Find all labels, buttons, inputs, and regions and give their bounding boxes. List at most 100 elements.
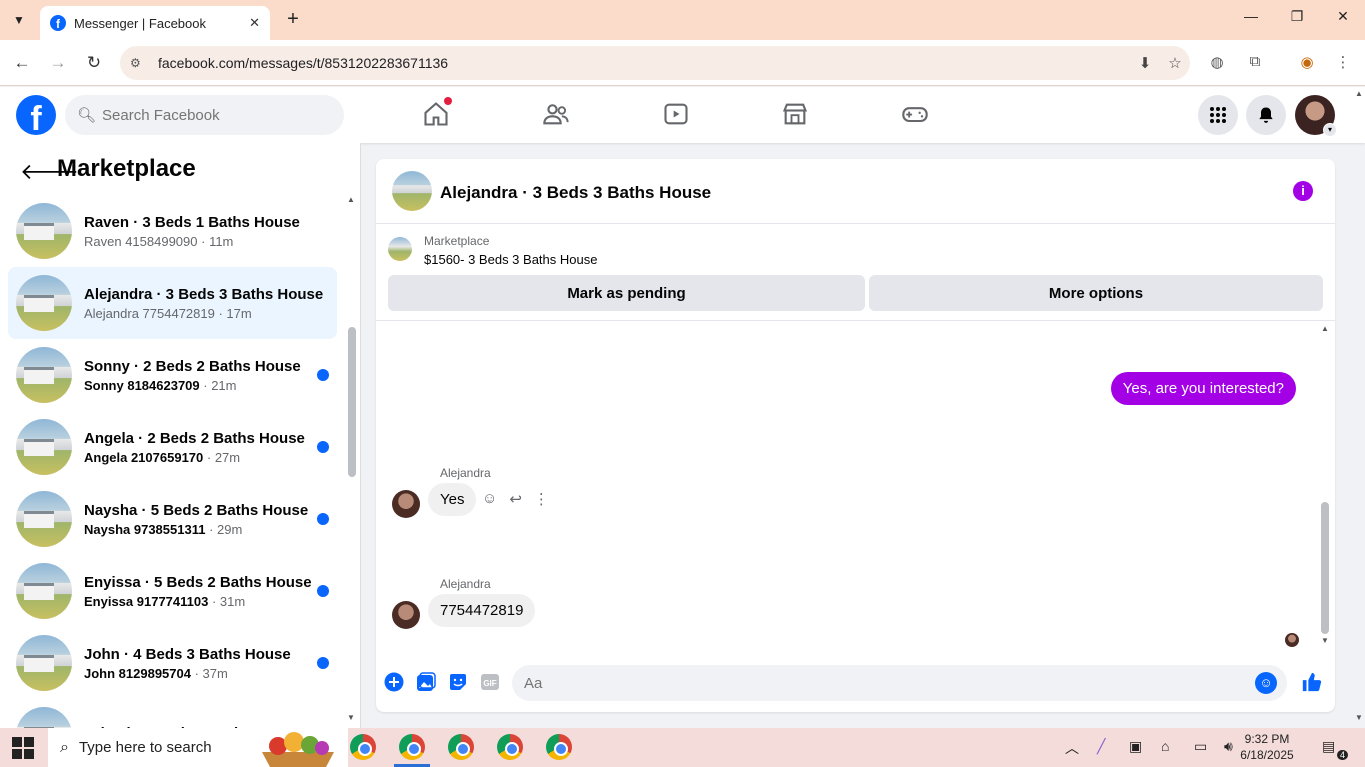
scroll-up-icon[interactable]: ▲	[1355, 89, 1363, 98]
forward-arrow-icon[interactable]: →	[46, 52, 70, 74]
listing-title[interactable]: $1560- 3 Beds 3 Baths House	[424, 252, 597, 267]
chrome-app-icon[interactable]	[546, 734, 572, 760]
bookmark-star-icon[interactable]: ☆	[1160, 54, 1190, 72]
conversation-item[interactable]: Raven · 3 Beds 1 Baths House Raven 415849…	[8, 195, 337, 267]
facebook-logo-icon[interactable]: f	[16, 95, 56, 135]
scroll-down-icon[interactable]: ▼	[1355, 713, 1363, 722]
separator: ·	[205, 521, 218, 537]
clock-date: 6/18/2025	[1240, 748, 1294, 762]
thumbs-up-icon[interactable]	[1301, 671, 1323, 693]
browser-menu-icon[interactable]: ⋮	[1332, 53, 1354, 71]
restore-icon[interactable]: ❐	[1274, 8, 1320, 25]
reload-icon[interactable]: ↻	[82, 52, 106, 74]
sender-name: Alejandra	[440, 577, 491, 591]
network-icon[interactable]: ⌂	[1161, 738, 1169, 754]
new-tab-button[interactable]: +	[282, 8, 304, 30]
emoji-icon[interactable]: ☺	[1255, 672, 1277, 694]
sender-avatar[interactable]	[392, 490, 420, 518]
browser-tab[interactable]: f Messenger | Facebook ✕	[40, 6, 270, 40]
chrome-app-icon[interactable]	[350, 734, 376, 760]
conversation-meta: Sonny · 2 Beds 2 Baths House Sonny 818462…	[84, 358, 317, 393]
conversation-time: 11m	[209, 233, 234, 249]
scrollbar-thumb[interactable]	[348, 327, 356, 477]
left-scrollbar[interactable]: ▲ ▼	[347, 195, 357, 725]
outgoing-message[interactable]: Yes, are you interested?	[1110, 372, 1296, 405]
more-vertical-icon[interactable]: ⋮	[534, 490, 549, 508]
sender-avatar[interactable]	[392, 601, 420, 629]
conversation-item[interactable]: Alejandra · 3 Beds 3 Baths House Alejandr…	[8, 267, 337, 339]
conversation-time: 29m	[217, 521, 243, 537]
listing-small-thumbnail[interactable]	[388, 237, 412, 261]
notifications-bell-icon[interactable]	[1246, 95, 1286, 135]
display-icon[interactable]: ▭	[1194, 738, 1207, 755]
chrome-app-icon[interactable]	[399, 734, 425, 760]
more-options-button[interactable]: More options	[869, 275, 1323, 311]
scroll-up-icon[interactable]: ▲	[347, 195, 355, 204]
video-icon[interactable]	[658, 99, 694, 129]
meet-now-icon[interactable]: ▣	[1129, 738, 1142, 755]
plus-circle-icon[interactable]	[383, 671, 405, 693]
conversation-meta: Angela · 2 Beds 2 Baths House Angela 2107…	[84, 430, 317, 465]
info-icon[interactable]: i	[1293, 181, 1313, 201]
pen-icon[interactable]: ╱	[1097, 738, 1105, 755]
chrome-app-icon[interactable]	[497, 734, 523, 760]
windows-taskbar: ⌕ Type here to search ︿ ╱ ▣ ⌂ ▭ 🔊︎ 9:32 …	[0, 728, 1365, 767]
minimize-icon[interactable]: —	[1228, 8, 1274, 24]
gaming-icon[interactable]	[897, 99, 933, 129]
search-input[interactable]	[102, 106, 323, 124]
gif-icon[interactable]: GIF	[479, 671, 501, 693]
conversation-item[interactable]: Sonny · 2 Beds 2 Baths House Sonny 818462…	[8, 339, 337, 411]
separator: ·	[208, 593, 220, 609]
windows-start-icon[interactable]	[12, 737, 34, 759]
chat-title[interactable]: Alejandra · 3 Beds 3 Baths House	[440, 183, 711, 203]
conversation-item[interactable]: Naysha · 5 Beds 2 Baths House Naysha 9738…	[8, 483, 337, 555]
facebook-search[interactable]: 🔍︎	[65, 95, 344, 135]
conversation-item[interactable]: Enyissa · 5 Beds 2 Baths House Enyissa 91…	[8, 555, 337, 627]
home-icon[interactable]	[418, 97, 454, 129]
mark-as-pending-button[interactable]: Mark as pending	[388, 275, 865, 311]
url-text[interactable]: facebook.com/messages/t/8531202283671136	[158, 55, 1130, 71]
scrollbar-thumb[interactable]	[1321, 502, 1329, 634]
separator: ·	[203, 449, 215, 465]
notification-center-icon[interactable]: ▤ 4	[1322, 738, 1348, 760]
globe-icon[interactable]: ◍	[1206, 53, 1228, 71]
taskbar-clock[interactable]: 9:32 PM 6/18/2025	[1232, 731, 1302, 763]
chrome-app-icon[interactable]	[448, 734, 474, 760]
conversation-contact: Sonny 8184623709	[84, 377, 200, 393]
page-scrollbar[interactable]: ▲ ▼	[1353, 87, 1365, 728]
photo-gallery-icon[interactable]	[415, 671, 437, 693]
close-tab-icon[interactable]: ✕	[249, 15, 260, 31]
react-emoji-icon[interactable]: ☺	[482, 490, 497, 508]
listing-thumbnail	[16, 563, 72, 619]
account-avatar[interactable]: ▾	[1295, 95, 1337, 137]
notification-count: 4	[1336, 750, 1348, 760]
install-app-icon[interactable]: ⬇	[1130, 54, 1160, 72]
omnibox[interactable]: ⚙ facebook.com/messages/t/85312022836711…	[120, 46, 1190, 80]
listing-thumbnail[interactable]	[392, 171, 432, 211]
conversation-item[interactable]: John · 4 Beds 3 Baths House John 81298957…	[8, 627, 337, 699]
profile-icon[interactable]: ◉	[1296, 53, 1318, 71]
tab-list-chevron-icon[interactable]: ▼	[6, 8, 32, 32]
scroll-down-icon[interactable]: ▼	[347, 713, 355, 722]
conversation-item[interactable]: Cristel · 2 Beds 2 Baths House	[8, 699, 337, 728]
close-window-icon[interactable]: ✕	[1320, 8, 1365, 25]
incoming-message[interactable]: Yes	[428, 483, 477, 516]
conversation-item[interactable]: Angela · 2 Beds 2 Baths House Angela 2107…	[8, 411, 337, 483]
scroll-down-icon[interactable]: ▼	[1321, 636, 1329, 645]
message-input-wrapper[interactable]: ☺	[512, 665, 1287, 701]
message-thread: Yes, are you interested? Alejandra Yes ☺…	[376, 322, 1321, 652]
scroll-up-icon[interactable]: ▲	[1321, 324, 1329, 333]
menu-grid-icon[interactable]	[1198, 95, 1238, 135]
chat-scrollbar[interactable]: ▲ ▼	[1319, 324, 1331, 649]
marketplace-icon[interactable]	[777, 99, 813, 129]
extensions-puzzle-icon[interactable]: ⧉	[1244, 53, 1266, 70]
message-input[interactable]	[524, 674, 1255, 692]
back-arrow-icon[interactable]: ←	[10, 52, 34, 74]
tray-chevron-up-icon[interactable]: ︿	[1065, 738, 1079, 758]
site-settings-icon[interactable]: ⚙	[130, 56, 150, 70]
listing-thumbnail	[16, 635, 72, 691]
reply-icon[interactable]: ↩	[509, 490, 522, 508]
sticker-icon[interactable]	[447, 671, 469, 693]
friends-icon[interactable]	[538, 99, 574, 129]
incoming-message[interactable]: 7754472819	[428, 594, 536, 627]
